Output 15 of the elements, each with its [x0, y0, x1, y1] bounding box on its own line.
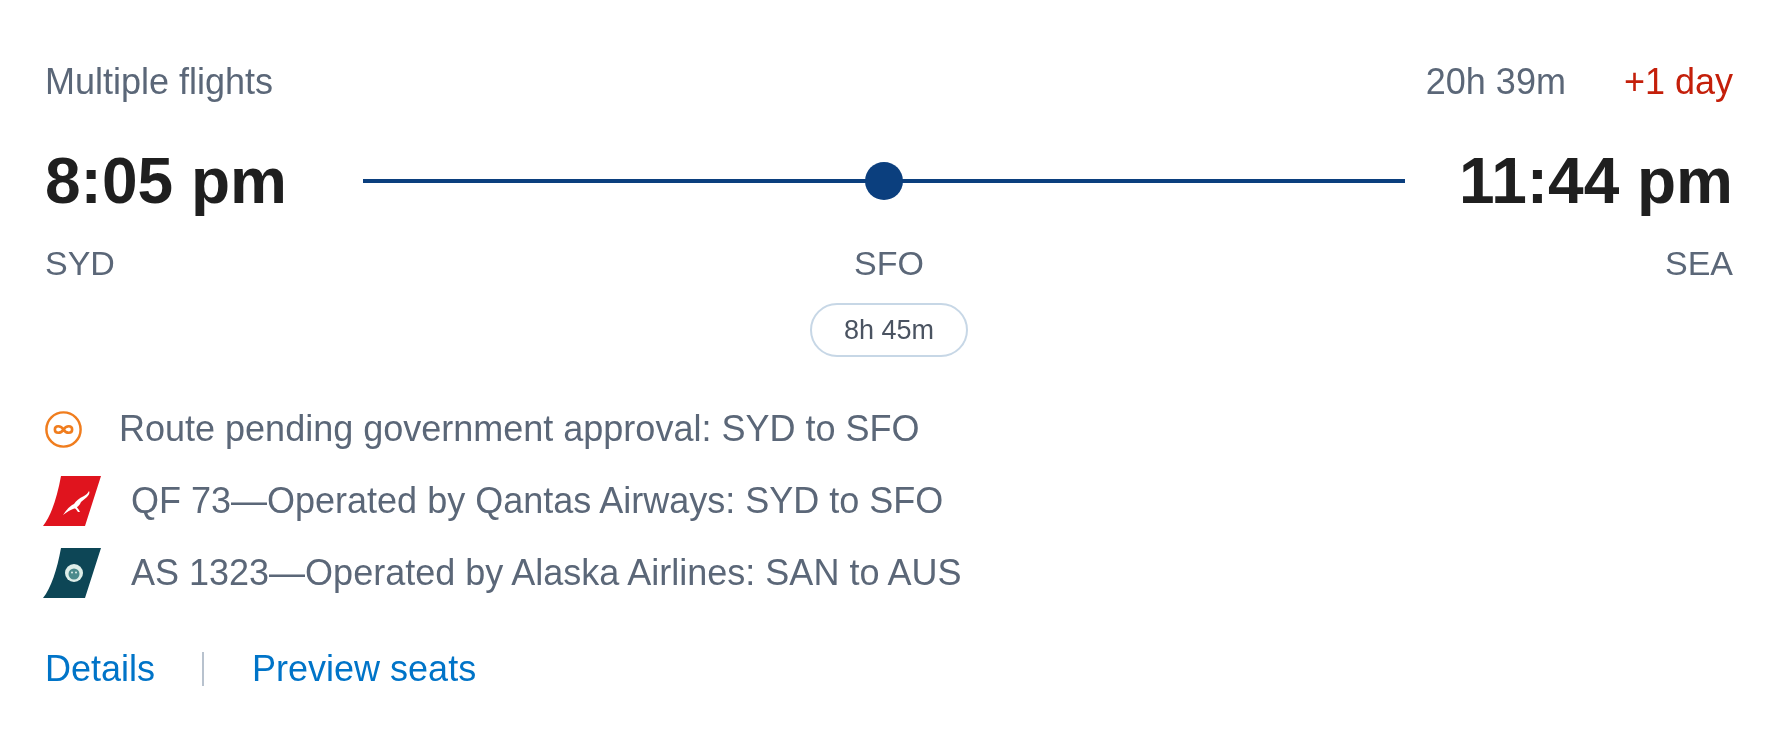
airport-code: SEA [1664, 243, 1733, 283]
details-link[interactable]: Details [45, 648, 156, 690]
day-offset-text: +1 day [1623, 61, 1733, 103]
airport-code: SFO [854, 243, 924, 283]
layover-duration: 8h 45m [809, 303, 969, 357]
flight-operator-text: QF 73—Operated by Qantas Airways: SYD to SFO [131, 480, 944, 522]
seat-preview-link[interactable]: Preview seats [252, 648, 477, 690]
arrival-time: 11:44 pm [1459, 144, 1733, 219]
approval-notice-text: Route pending government approval: SYD to SFO [119, 408, 920, 450]
stop-dot-icon [864, 162, 903, 200]
total-duration-text: 20h 39m [1425, 61, 1566, 103]
airport-code: SYD [45, 243, 115, 283]
flight-operator-text: AS 1323—Operated by Alaska Airlines: SAN to AUS [131, 552, 962, 594]
trip-type-label: Multiple flights [45, 61, 274, 103]
departure-time: 8:05 pm [45, 144, 287, 219]
